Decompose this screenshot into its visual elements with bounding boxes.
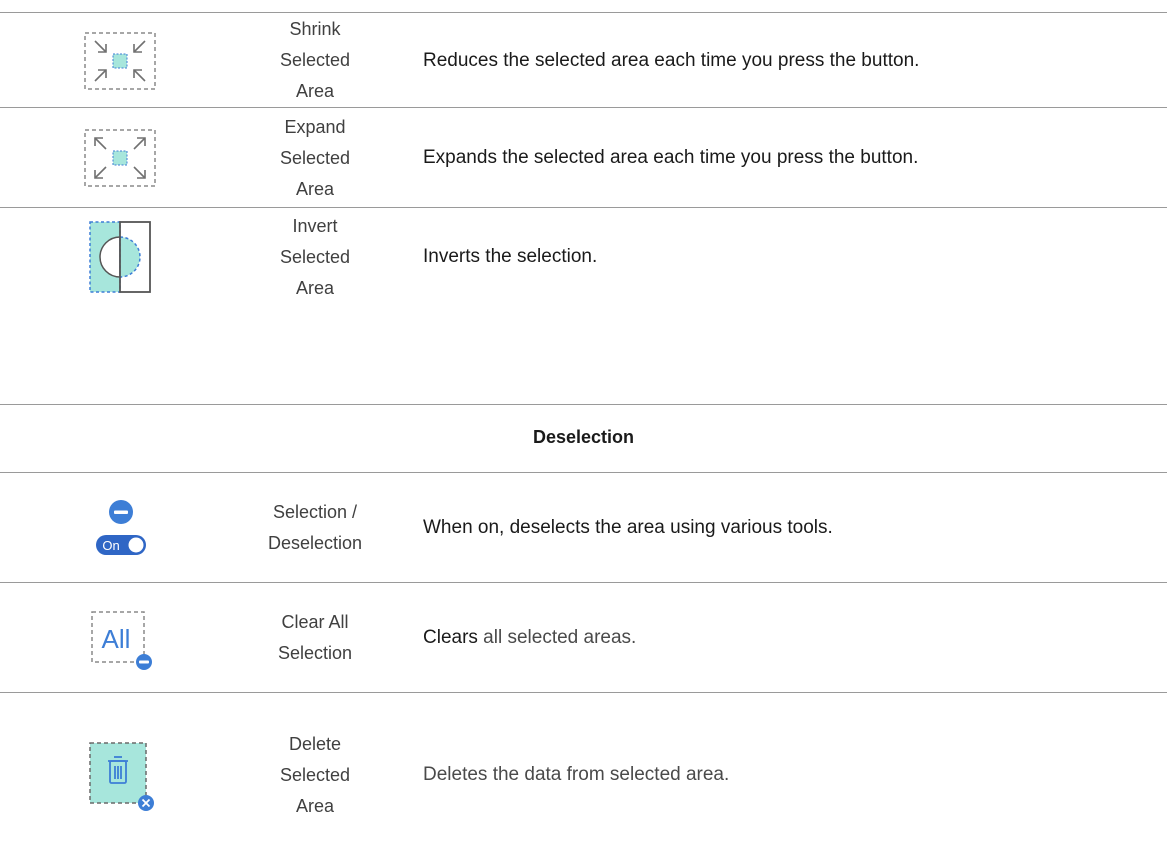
tool-name: Expand Selected Area — [279, 116, 351, 199]
table-row-delete: Delete Selected Area Deletes the data fr… — [0, 692, 1167, 856]
table-row-invert: Invert Selected Area Inverts the selecti… — [0, 207, 1167, 305]
tool-name: Shrink Selected Area — [279, 19, 351, 101]
expand-selected-area-icon — [70, 108, 170, 208]
tool-name: Selection / Deselection — [267, 502, 363, 553]
clear-all-icon-text: All — [102, 624, 131, 654]
section-title: Deselection — [532, 427, 635, 447]
table-row-shrink: Shrink Selected Area Reduces the selecte… — [0, 12, 1167, 107]
tool-description: Deletes the data from selected area. — [423, 764, 730, 785]
section-header-row: Deselection — [0, 404, 1167, 472]
table-row-clear-all: All Clear All Selection Clears all selec… — [0, 582, 1167, 692]
tool-description: Clears all selected areas. — [423, 583, 1127, 693]
shrink-selected-area-icon — [70, 13, 170, 108]
tool-name: Delete Selected Area — [279, 733, 351, 816]
description-lead: Clears — [423, 627, 478, 648]
clear-all-selection-icon: All — [70, 583, 170, 693]
deselection-toggle-icon: On — [70, 473, 170, 583]
tool-name: Clear All Selection — [277, 612, 353, 663]
tool-description: Reduces the selected area each time you … — [423, 49, 920, 71]
table-row-selection-deselection: On Selection / Deselection When on, dese… — [0, 472, 1167, 582]
description-rest: all selected areas. — [477, 627, 637, 648]
tool-description: Expands the selected area each time you … — [423, 147, 919, 168]
delete-selected-area-icon — [70, 693, 170, 857]
invert-selected-area-icon — [70, 208, 170, 306]
tool-description: Inverts the selection. — [423, 246, 598, 267]
table-row-expand: Expand Selected Area Expands the selecte… — [0, 107, 1167, 207]
tool-description: When on, deselects the area using variou… — [423, 517, 833, 538]
tool-name: Invert Selected Area — [279, 215, 351, 298]
toggle-label: On — [102, 538, 119, 553]
